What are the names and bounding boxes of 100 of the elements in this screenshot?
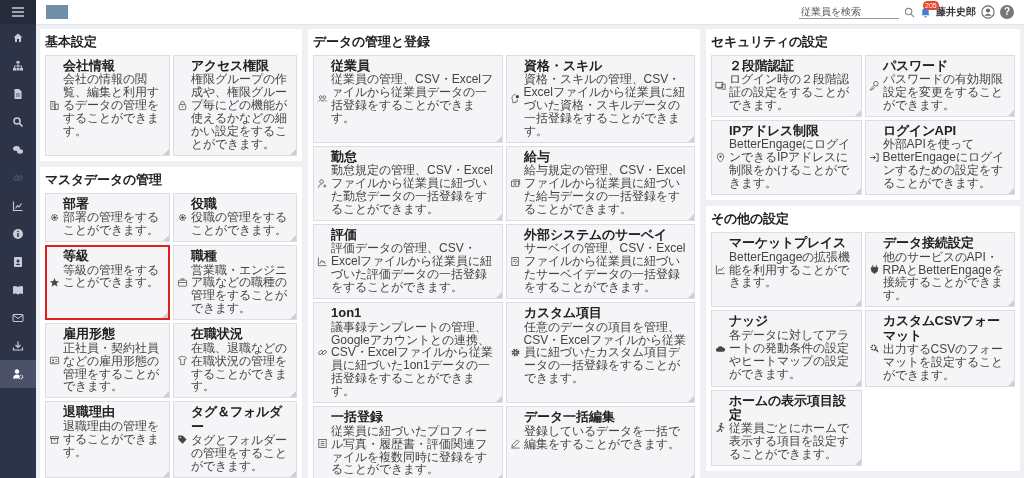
settings-card[interactable]: 資格・スキル 資格・スキルの管理、CSV・Excelファイルから従業員に紐づいた資格・スキルデータの一括登録をすることができます。: [505, 55, 695, 144]
settings-card[interactable]: 退職理由 退職理由の管理をすることができます。: [45, 401, 170, 478]
settings-card[interactable]: 評価 評価データの管理、CSV・Excelファイルから従業員に紐づいた評価データの一括登録をすることができます。: [313, 224, 503, 300]
settings-card[interactable]: 会社情報 会社の情報の閲覧、編集と利用するデータの管理をすることができます。: [45, 55, 170, 156]
people-icon: [317, 93, 328, 105]
panel-title: セキュリティの設定: [711, 33, 829, 51]
card-description: BetterEngageの拡張機能を利用することができます。: [729, 250, 852, 290]
settings-card[interactable]: ログインAPI 外部APIを使ってBetterEngageにログインするための設定をすることができます。: [864, 120, 1015, 196]
document-icon: [509, 255, 521, 267]
settings-card[interactable]: 等級 等級の管理をすることができます。: [45, 245, 170, 321]
help-button[interactable]: ?: [1000, 5, 1014, 19]
shirt-icon: [176, 354, 188, 366]
card-description: 外部APIを使ってBetterEngageにログインするための設定をすることができます。: [882, 138, 1005, 191]
settings-card[interactable]: 給与 給与規定の管理、CSV・Excelファイルから従業員に紐づいた給与データの一括登録をすることができます。: [505, 146, 695, 222]
star-icon: [49, 276, 60, 288]
card-description: 部署の管理をすることができます。: [63, 211, 160, 238]
settings-card[interactable]: マーケットプレイス BetterEngageの拡張機能を利用することができます。: [711, 232, 862, 308]
lock-icon: [176, 99, 188, 111]
settings-card[interactable]: 外部システムのサーベイ サーベイの管理、CSV・Excelファイルから従業員に紐づいたサーベイデータの一括登録をすることができます。: [505, 224, 695, 300]
key-icon: [868, 80, 880, 92]
card-title: IPアドレス制限: [729, 124, 821, 139]
search-field[interactable]: 従業員を検索: [799, 5, 899, 19]
card-description: サーベイの管理、CSV・Excelファイルから従業員に紐づいたサーベイデータの一括登録をすることができます。: [523, 242, 687, 295]
card-description: 登録しているデータを一括で編集をすることができます。: [523, 424, 681, 451]
card-description: ログイン時の２段階認証の設定をすることができます。: [729, 73, 850, 113]
card-title: 雇用形態: [63, 327, 116, 342]
photo-placeholder: [46, 5, 68, 19]
card-description: 各データに対してアラートの発動条件の設定やヒートマップの設定ができます。: [729, 328, 850, 381]
building-icon: [49, 99, 60, 111]
avatar-icon[interactable]: [981, 5, 995, 19]
settings-card[interactable]: ホームの表示項目設定 従業員ごとにホームで表示する項目を設定することができます。: [711, 389, 862, 467]
card-title: 従業員: [331, 59, 371, 74]
card-title: 部署: [63, 197, 90, 212]
location-pin-icon: [715, 151, 726, 163]
menu-icon[interactable]: [12, 7, 24, 17]
card-description: タグとフォルダーの管理をすることができます。: [190, 434, 288, 473]
settings-card[interactable]: 勤怠 勤怠規定の管理、CSV・Excelファイルから従業員に紐づいた勤怠データの一括登録をすることができます。: [313, 146, 503, 222]
card-description: 等級の管理をすることができます。: [63, 263, 160, 290]
settings-card[interactable]: タグ＆フォルダー タグとフォルダーの管理をすることができます。: [172, 401, 297, 478]
settings-card[interactable]: 1on1 議事録テンプレートの管理、Googleアカウントとの連携、CSV・Excelファイルから従業員に紐づいた1on1データの一括登録をすることができます。: [313, 302, 503, 404]
card-title: 勤怠: [331, 150, 358, 165]
settings-card[interactable]: アクセス権限 権限グループの作成や、権限グループ毎にどの機能が使えるかなどの細かい設定をすることができます。: [172, 55, 297, 156]
settings-card[interactable]: 一括登録 従業員に紐づいたプロフィール写真・履歴書・評価関連ファイルを複数同時に登録をすることができます。: [313, 406, 503, 478]
settings-card[interactable]: 職種 営業職・エンジニア職などの職種の管理をすることができます。: [172, 245, 297, 321]
card-description: 議事録テンプレートの管理、Googleアカウントとの連携、CSV・Excelファイルから従業員に紐づいた1on1データの一括登録をすることができます。: [331, 320, 495, 399]
list-icon: [317, 437, 328, 449]
card-title: マーケットプレイス: [729, 236, 847, 251]
settings-card[interactable]: 在職状況 在職、退職などの在職状況の管理をすることができます。: [172, 323, 297, 399]
settings-card[interactable]: 部署 部署の管理をすることができます。: [45, 193, 170, 243]
card-title: 給与: [523, 150, 550, 165]
plug-icon: [868, 263, 880, 275]
settings-card[interactable]: データ接続設定 他のサービスのAPI・RPAとBetterEngageを接続することができます。: [864, 232, 1015, 308]
settings-card[interactable]: カスタム項目 任意のデータの項目を管理、CSV・Excelファイルから従業員に紐づいたカスタム項目データの一括登録をすることができます。: [505, 302, 695, 404]
card-description: 退職理由の管理をすることができます。: [63, 419, 160, 459]
card-description: 出力するCSVのフォーマットを設定することができます。: [882, 342, 1005, 382]
card-title: タグ＆フォルダー: [190, 405, 284, 434]
card-title: 資格・スキル: [523, 59, 603, 74]
settings-card[interactable]: カスタムCSVフォーマット 出力するCSVのフォーマットを設定することができます。: [864, 310, 1015, 387]
sidebar-item[interactable]: [0, 360, 36, 388]
settings-card[interactable]: 従業員 従業員の管理、CSV・Excelファイルから従業員データの一括登録をすることができます。: [313, 55, 503, 144]
panel-title: 基本設定: [45, 33, 98, 51]
card-title: 職種: [190, 249, 218, 264]
card-title: 会社情報: [63, 59, 115, 74]
tag-icon: [176, 433, 188, 445]
settings-card[interactable]: ナッジ 各データに対してアラートの発動条件の設定やヒートマップの設定ができます。: [711, 310, 862, 387]
card-title: ログインAPI: [882, 124, 958, 139]
card-title: 退職理由: [63, 405, 116, 420]
card-title: 1on1: [331, 306, 363, 321]
card-title: 役職: [190, 197, 218, 212]
card-title: ホームの表示項目設定: [729, 393, 847, 423]
card-title: パスワード: [882, 59, 949, 74]
card-title: ２段階認証: [729, 59, 795, 73]
card-title: カスタムCSVフォーマット: [882, 314, 1002, 343]
card-description: 営業職・エンジニア職などの職種の管理をすることができます。: [190, 263, 288, 316]
panel-title: マスタデータの管理: [45, 171, 163, 189]
settings-card[interactable]: ２段階認証 ログイン時の２段階認証の設定をすることができます。: [711, 55, 862, 118]
card-description: BetterEngageにログインできるIPアドレスに制限をかけることができます。: [729, 138, 852, 191]
card-description: 任意のデータの項目を管理、CSV・Excelファイルから従業員に紐づいたカスタム項目データの一括登録をすることができます。: [523, 320, 687, 386]
card-description: 資格・スキルの管理、CSV・Excelファイルから従業員に紐づいた資格・スキルデータの一括登録をすることができます。: [523, 73, 686, 139]
briefcase-icon: [176, 276, 188, 288]
settings-card[interactable]: IPアドレス制限 BetterEngageにログインできるIPアドレスに制限をかけることができます。: [711, 120, 862, 196]
card-description: 会社の情報の閲覧、編集と利用するデータの管理をすることができます。: [63, 73, 160, 139]
settings-card[interactable]: パスワード パスワードの有効期限設定を変更をすることができます。: [864, 55, 1015, 118]
user-name[interactable]: 藤井史郎: [936, 5, 976, 19]
card-title: ナッジ: [729, 314, 769, 329]
card-description: 権限グループの作成や、権限グループ毎にどの機能が使えるかなどの細かい設定をすることができます。: [190, 73, 288, 151]
settings-card[interactable]: 役職 役職の管理をすることができます。: [172, 193, 297, 243]
panel-title: データの管理と登録: [313, 33, 431, 51]
devices-icon: [715, 80, 726, 92]
card-title: カスタム項目: [523, 306, 603, 321]
card-title: データ接続設定: [882, 236, 975, 251]
settings-card[interactable]: データ一括編集 登録しているデータを一括で編集をすることができます。: [505, 406, 695, 478]
box-icon: [49, 433, 60, 445]
search-icon[interactable]: [904, 6, 915, 18]
card-description: 在職、退職などの在職状況の管理をすることができます。: [190, 341, 288, 394]
card-description: 役職の管理をすることができます。: [190, 211, 288, 238]
card-title: 外部システムのサーベイ: [523, 228, 668, 243]
settings-card[interactable]: 雇用形態 正社員・契約社員などの雇用形態の管理をすることができます。: [45, 323, 170, 399]
card-title: 在職状況: [190, 327, 244, 342]
card-description: 従業員に紐づいたプロフィール写真・履歴書・評価関連ファイルを複数同時に登録をすることができます。: [331, 424, 488, 477]
